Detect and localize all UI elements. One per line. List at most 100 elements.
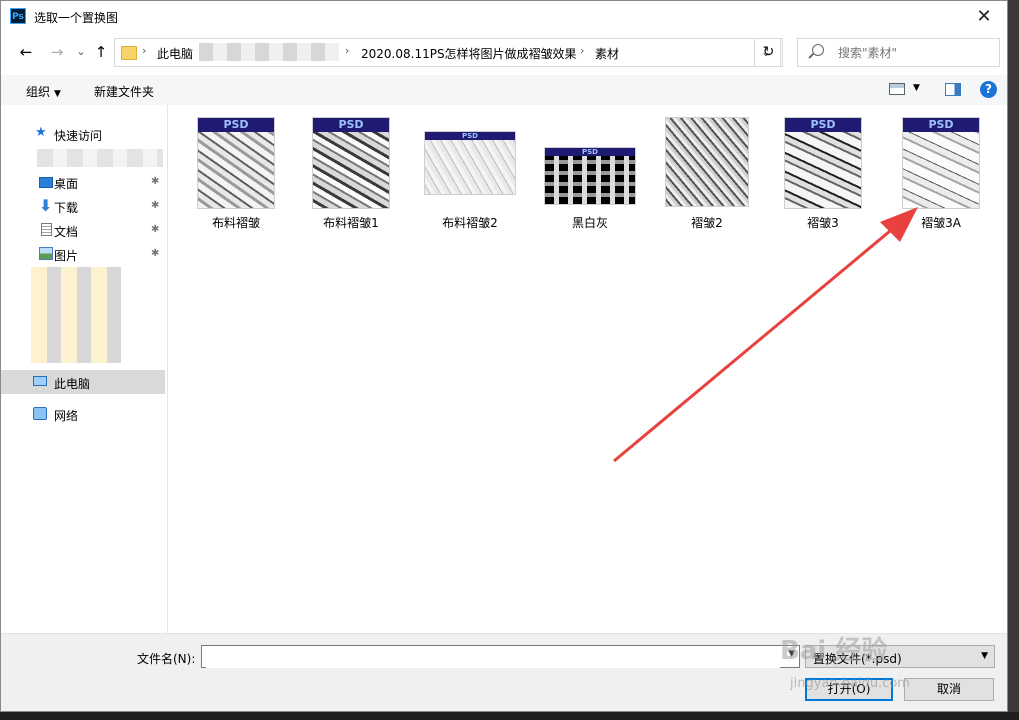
breadcrumb-project-folder[interactable]: 2020.08.11PS怎样将图片做成褶皱效果	[361, 45, 577, 62]
psd-badge: PSD	[313, 118, 389, 132]
address-bar[interactable]: › 此电脑 › 2020.08.11PS怎样将图片做成褶皱效果 › 素材 ⌄	[114, 38, 781, 67]
dialog-title: 选取一个置换图	[34, 11, 119, 25]
computer-icon	[33, 376, 47, 386]
file-name: 黑白灰	[571, 216, 608, 230]
navigation-bar: ← → ⌄ ↑ › 此电脑 › 2020.08.11PS怎样将图片做成褶皱效果 …	[1, 35, 1007, 69]
sidebar-item-label: 文档	[54, 225, 79, 239]
watermark-url: jingyan.baidu.com	[790, 676, 910, 691]
forward-button[interactable]: →	[47, 41, 67, 63]
file-thumbnail: PSD	[312, 117, 390, 209]
sidebar-item-label: 图片	[54, 249, 79, 263]
file-name: 布料褶皱1	[323, 216, 379, 230]
sidebar-item-desktop[interactable]: 桌面 ✱	[1, 170, 165, 194]
sidebar-item-network[interactable]: 网络	[1, 402, 165, 426]
filename-label: 文件名(N):	[137, 652, 196, 666]
pin-icon[interactable]: ✱	[151, 200, 159, 211]
background-bottom	[0, 712, 1019, 720]
organize-label: 组织	[26, 85, 51, 99]
document-icon	[41, 223, 52, 236]
photoshop-app-icon: Ps	[10, 8, 26, 24]
file-item[interactable]: 褶皱2	[657, 113, 757, 231]
recent-locations-button[interactable]: ⌄	[71, 41, 91, 63]
desktop-icon	[39, 177, 53, 188]
pin-icon[interactable]: ✱	[151, 224, 159, 235]
network-icon	[33, 407, 47, 420]
file-thumbnail: PSD	[544, 147, 636, 205]
refresh-button[interactable]: ↻	[754, 38, 783, 67]
sidebar-item-this-pc[interactable]: 此电脑	[1, 370, 165, 394]
title-bar: Ps 选取一个置换图 ✕	[1, 1, 1007, 32]
sidebar-item-label: 网络	[54, 409, 79, 423]
file-name: 布料褶皱	[211, 216, 260, 230]
chevron-down-icon: ▼	[981, 651, 988, 661]
back-button[interactable]: ←	[16, 41, 36, 63]
breadcrumb-assets[interactable]: 素材	[595, 45, 619, 62]
breadcrumb-separator: ›	[142, 44, 147, 57]
psd-badge: PSD	[785, 118, 861, 132]
grid-texture	[545, 156, 635, 204]
sidebar-item-label: 此电脑	[54, 377, 91, 391]
file-item[interactable]: PSD 黑白灰	[540, 113, 640, 231]
view-options-icon[interactable]	[889, 83, 905, 95]
crumpled-paper-texture	[666, 118, 748, 206]
file-thumbnail: PSD	[784, 117, 862, 209]
close-button[interactable]: ✕	[961, 1, 1007, 32]
file-item[interactable]: PSD 褶皱3	[773, 113, 873, 231]
file-item[interactable]: PSD 褶皱3A	[891, 113, 991, 231]
file-item[interactable]: PSD 布料褶皱1	[301, 113, 401, 231]
download-icon: ⬇	[39, 196, 53, 215]
redacted-items	[31, 267, 121, 363]
star-icon: ★	[35, 125, 47, 140]
preview-pane-icon[interactable]	[945, 83, 961, 96]
fabric-texture	[785, 132, 861, 208]
filename-input[interactable]	[206, 647, 780, 668]
breadcrumb-separator: ›	[580, 44, 585, 57]
sidebar-item-quick-access[interactable]: ★ 快速访问	[1, 122, 165, 146]
fabric-texture	[903, 132, 979, 208]
sidebar-item-label: 桌面	[54, 177, 79, 191]
caret-down-icon: ▼	[54, 89, 61, 99]
file-name: 褶皱2	[691, 216, 723, 230]
fabric-texture	[198, 132, 274, 208]
watermark-logo: Bai 经验	[780, 636, 888, 666]
cancel-button[interactable]: 取消	[904, 678, 994, 701]
redacted-item	[37, 149, 163, 167]
sidebar-item-label: 下载	[54, 201, 79, 215]
psd-badge: PSD	[425, 132, 515, 140]
help-icon[interactable]: ?	[980, 81, 997, 98]
pictures-icon	[39, 247, 53, 260]
file-thumbnail	[665, 117, 749, 207]
psd-badge: PSD	[903, 118, 979, 132]
file-list: PSD 布料褶皱 PSD 布料褶皱1 PSD 布料褶皱2 PSD 黑白灰 褶皱2…	[168, 105, 1007, 634]
organize-menu[interactable]: 组织 ▼	[26, 83, 61, 100]
sidebar-item-label: 快速访问	[54, 129, 103, 143]
file-thumbnail: PSD	[197, 117, 275, 209]
background-strip	[1008, 0, 1019, 720]
up-button[interactable]: ↑	[91, 41, 111, 63]
fabric-texture	[425, 140, 515, 194]
redacted-path	[199, 43, 339, 61]
pin-icon[interactable]: ✱	[151, 176, 159, 187]
sidebar-item-documents[interactable]: 文档 ✱	[1, 218, 165, 242]
file-name: 布料褶皱2	[442, 216, 498, 230]
caret-down-icon[interactable]: ▼	[913, 83, 920, 93]
fabric-texture	[313, 132, 389, 208]
sidebar-item-downloads[interactable]: ⬇ 下载 ✱	[1, 194, 165, 218]
file-item[interactable]: PSD 布料褶皱	[186, 113, 286, 231]
filename-field[interactable]: ▼	[201, 645, 800, 668]
search-box[interactable]	[797, 38, 1000, 67]
pin-icon[interactable]: ✱	[151, 248, 159, 259]
file-name: 褶皱3	[807, 216, 839, 230]
file-thumbnail: PSD	[902, 117, 980, 209]
new-folder-button[interactable]: 新建文件夹	[94, 83, 154, 100]
open-file-dialog: Ps 选取一个置换图 ✕ ← → ⌄ ↑ › 此电脑 › 2020.08.11P…	[0, 0, 1008, 712]
search-input[interactable]	[836, 42, 990, 64]
breadcrumb-this-pc[interactable]: 此电脑	[157, 45, 193, 62]
psd-badge: PSD	[198, 118, 274, 132]
sidebar-item-pictures[interactable]: 图片 ✱	[1, 242, 165, 266]
command-bar: 组织 ▼ 新建文件夹 ▼ ?	[1, 75, 1007, 105]
file-item[interactable]: PSD 布料褶皱2	[420, 113, 520, 231]
folder-icon	[121, 46, 137, 60]
breadcrumb-separator: ›	[345, 44, 350, 57]
file-name: 褶皱3A	[921, 216, 961, 230]
